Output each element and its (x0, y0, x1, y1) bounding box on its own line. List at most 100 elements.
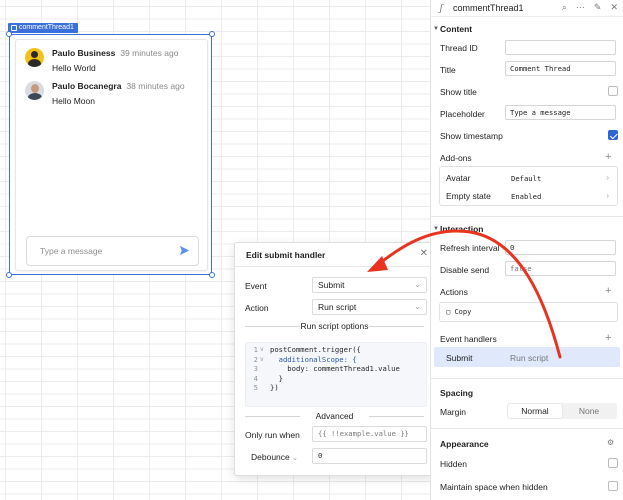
hidden-label: Hidden (440, 459, 467, 469)
spacing-heading[interactable]: Spacing (439, 388, 473, 398)
event-select[interactable]: Submit ⌄ (312, 277, 427, 293)
disable-send-input[interactable]: false (505, 261, 616, 276)
comment-thread-card: Paulo Business 39 minutes ago Hello World… (15, 39, 208, 271)
thread-id-label: Thread ID (440, 43, 478, 53)
line-number: 2 (253, 354, 258, 364)
comment-author: Paulo Business (52, 48, 116, 58)
resize-handle[interactable] (6, 31, 12, 37)
add-action-icon[interactable]: + (605, 286, 611, 297)
avatar (25, 81, 44, 100)
component-tag[interactable]: commentThread1 (8, 23, 78, 33)
margin-label: Margin (440, 407, 466, 417)
margin-normal-option[interactable]: Normal (508, 404, 562, 418)
actions-label: Actions (440, 287, 468, 297)
addon-value: Enabled (511, 192, 542, 201)
inspector-header: ഽ commentThread1 ⌕ ⋯ ✎ ✕ (431, 0, 623, 17)
fold-icon[interactable]: v (260, 345, 264, 355)
copy-action-label: Copy (454, 308, 472, 316)
debounce-label[interactable]: Debounce ⌄ (251, 452, 298, 462)
chevron-down-icon: ⌄ (414, 302, 421, 311)
more-icon[interactable]: ⋯ (576, 2, 585, 13)
debounce-label-text: Debounce (251, 452, 290, 462)
chevron-down-icon: ⌄ (292, 455, 299, 462)
send-icon[interactable] (179, 245, 190, 258)
code-line: }) (270, 383, 279, 393)
comment-author: Paulo Bocanegra (52, 81, 122, 91)
chevron-right-icon[interactable]: › (606, 173, 609, 182)
fold-icon[interactable]: v (260, 355, 264, 365)
disable-send-label: Disable send (440, 265, 490, 275)
chevron-right-icon[interactable]: › (606, 191, 609, 200)
line-number: 4 (253, 373, 258, 383)
title-label: Title (440, 65, 456, 75)
event-label: Event (245, 281, 267, 291)
inspector-title[interactable]: commentThread1 (453, 3, 524, 13)
comment-thread-component[interactable]: Paulo Business 39 minutes ago Hello World… (6, 31, 215, 278)
line-number: 3 (253, 364, 258, 374)
appearance-heading[interactable]: Appearance (439, 439, 489, 449)
action-select-value: Run script (318, 302, 357, 312)
pin-icon[interactable]: ✎ (594, 2, 602, 13)
title-input[interactable]: Comment Thread (505, 61, 616, 76)
edit-handler-modal: Edit submit handler ✕ Event Submit ⌄ Act… (234, 242, 435, 476)
add-addon-icon[interactable]: + (605, 152, 611, 163)
action-select[interactable]: Run script ⌄ (312, 299, 427, 315)
code-line: postComment.trigger({ (270, 345, 361, 354)
comment-time: 38 minutes ago (126, 81, 185, 91)
comment-time: 39 minutes ago (120, 48, 179, 58)
action-label: Action (245, 303, 269, 313)
refresh-interval-label: Refresh interval (440, 243, 500, 253)
event-handlers-label: Event handlers (440, 334, 497, 344)
comment-item: Paulo Business 39 minutes ago Hello World (25, 48, 178, 73)
maintain-space-checkbox[interactable] (608, 481, 618, 491)
close-icon[interactable]: ✕ (420, 248, 428, 259)
thread-id-input[interactable] (505, 40, 616, 55)
refresh-interval-input[interactable]: 0 (505, 240, 616, 255)
actions-list: ▢ Copy (439, 302, 618, 322)
hidden-checkbox[interactable] (608, 458, 618, 468)
handler-event: Submit (446, 353, 473, 363)
only-run-input[interactable]: {{ !!example.value }} (312, 426, 427, 442)
add-event-handler-icon[interactable]: + (605, 333, 611, 344)
component-type-icon: ഽ (438, 3, 444, 13)
event-select-value: Submit (318, 280, 345, 290)
margin-toggle: Normal None (507, 403, 617, 419)
component-tag-label: commentThread1 (19, 24, 74, 31)
search-icon[interactable]: ⌕ (562, 2, 567, 13)
margin-none-option[interactable]: None (562, 404, 616, 418)
component-icon (11, 25, 17, 31)
show-title-checkbox[interactable] (608, 86, 618, 96)
placeholder-label: Placeholder (440, 109, 485, 119)
comment-body: Hello Moon (52, 96, 95, 106)
script-editor[interactable]: 1 v postComment.trigger({ 2 v additional… (245, 342, 427, 407)
resize-handle[interactable] (209, 31, 215, 37)
divider (235, 266, 434, 267)
divider (430, 216, 623, 217)
addon-name[interactable]: Avatar (446, 173, 470, 183)
copy-action[interactable]: ▢ Copy (446, 308, 471, 316)
divider (430, 428, 623, 429)
code-line: body: commentThread1.value (270, 364, 400, 374)
resize-handle[interactable] (6, 272, 12, 278)
content-heading[interactable]: Content (439, 24, 472, 34)
addon-name[interactable]: Empty state (446, 191, 491, 201)
copy-icon: ▢ (446, 308, 451, 316)
show-title-label: Show title (440, 87, 477, 97)
resize-handle[interactable] (209, 272, 215, 278)
debounce-input[interactable]: 0 (312, 448, 427, 464)
show-timestamp-checkbox[interactable] (608, 130, 618, 140)
run-script-options-heading: Run script options (235, 321, 434, 331)
divider (430, 378, 623, 379)
message-composer (26, 236, 199, 266)
maintain-space-label: Maintain space when hidden (440, 482, 548, 492)
close-icon[interactable]: ✕ (610, 2, 618, 13)
code-line: } (270, 373, 283, 383)
message-input[interactable] (40, 246, 160, 256)
advanced-heading: Advanced (235, 411, 434, 421)
line-number: 1 (253, 345, 258, 354)
interaction-heading[interactable]: Interaction (439, 224, 483, 234)
modal-title: Edit submit handler (246, 250, 326, 260)
chevron-down-icon: ⌄ (414, 280, 421, 289)
tune-icon[interactable]: ⚙ (607, 438, 614, 447)
placeholder-input[interactable]: Type a message (505, 105, 616, 120)
